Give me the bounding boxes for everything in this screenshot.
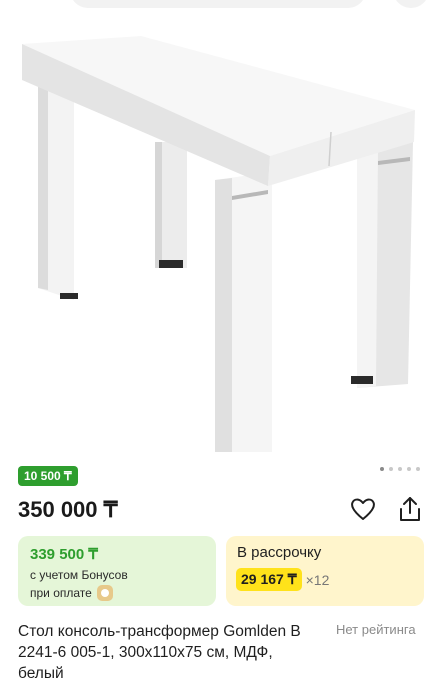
- bonus-badge: 10 500 ₸: [18, 466, 78, 486]
- gallery-dot[interactable]: [416, 467, 420, 471]
- bonus-price: 339 500 ₸: [30, 546, 98, 563]
- gallery-dot[interactable]: [380, 467, 384, 471]
- share-icon[interactable]: [397, 495, 423, 523]
- installment-card[interactable]: В рассрочку 29 167 ₸ ×12: [226, 536, 424, 606]
- product-image[interactable]: [0, 14, 443, 460]
- gallery-dot[interactable]: [398, 467, 402, 471]
- gallery-dot[interactable]: [389, 467, 393, 471]
- installment-amount: 29 167 ₸: [236, 568, 302, 591]
- product-title: Стол консоль-трансформер Gomlden B 2241-…: [18, 623, 301, 682]
- bonus-note: с учетом Бонусов: [30, 568, 128, 582]
- installment-title: В рассрочку: [237, 544, 322, 561]
- bonus-payment-label: при оплате: [30, 586, 92, 600]
- top-bar-remnant: [0, 0, 443, 12]
- rating-status[interactable]: Нет рейтинга: [336, 622, 416, 637]
- installment-multiplier: ×12: [305, 571, 330, 588]
- gallery-dot[interactable]: [407, 467, 411, 471]
- bonus-payment-note: при оплате: [30, 585, 113, 601]
- heart-icon[interactable]: [349, 495, 377, 523]
- bonus-coin-icon: [96, 585, 113, 601]
- search-bar[interactable]: [70, 0, 366, 8]
- menu-button[interactable]: [393, 0, 429, 8]
- installment-row: 29 167 ₸ ×12: [236, 568, 329, 591]
- gallery-dots[interactable]: [380, 467, 420, 471]
- bonus-price-card[interactable]: 339 500 ₸ с учетом Бонусов при оплате: [18, 536, 216, 606]
- product-price: 350 000 ₸: [18, 497, 118, 522]
